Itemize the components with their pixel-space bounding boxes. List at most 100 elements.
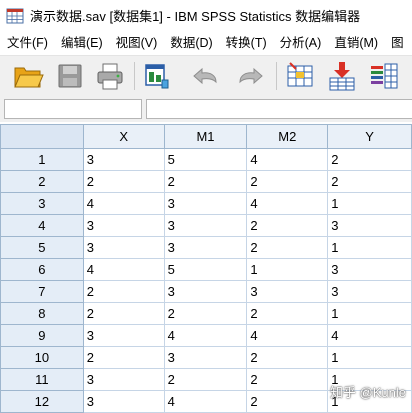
toolbar-separator bbox=[276, 62, 277, 90]
print-icon[interactable] bbox=[94, 60, 126, 92]
data-cell[interactable]: 3 bbox=[163, 192, 248, 215]
data-grid: X M1 M2 Y 1 3 5 4 2 2 2 2 2 2 3 4 3 4 1 … bbox=[0, 124, 412, 413]
row-header[interactable]: 7 bbox=[0, 280, 84, 303]
data-cell[interactable]: 2 bbox=[163, 368, 248, 391]
row-header[interactable]: 6 bbox=[0, 258, 84, 281]
spss-app-icon bbox=[6, 7, 24, 25]
data-cell[interactable]: 2 bbox=[82, 302, 165, 325]
save-icon[interactable] bbox=[54, 60, 86, 92]
menu-bar: 文件(F) 编辑(E) 视图(V) 数据(D) 转换(T) 分析(A) 直销(M… bbox=[0, 31, 412, 55]
data-cell[interactable]: 4 bbox=[327, 324, 412, 347]
data-cell[interactable]: 2 bbox=[327, 148, 412, 171]
data-cell[interactable]: 1 bbox=[327, 346, 412, 369]
title-bar: 演示数据.sav [数据集1] - IBM SPSS Statistics 数据… bbox=[0, 0, 412, 31]
data-cell[interactable]: 2 bbox=[327, 170, 412, 193]
variables-icon[interactable] bbox=[368, 60, 400, 92]
row-header[interactable]: 2 bbox=[0, 170, 84, 193]
dialog-recall-icon[interactable] bbox=[142, 60, 174, 92]
data-cell[interactable]: 4 bbox=[82, 192, 165, 215]
data-cell[interactable]: 4 bbox=[163, 390, 248, 413]
table-row: 6 4 5 1 3 bbox=[0, 258, 412, 281]
data-cell[interactable]: 3 bbox=[82, 368, 165, 391]
menu-direct-marketing[interactable]: 直销(M) bbox=[327, 31, 384, 55]
data-cell[interactable]: 2 bbox=[246, 390, 329, 413]
menu-edit[interactable]: 编辑(E) bbox=[54, 31, 109, 55]
go-to-case-icon[interactable] bbox=[284, 60, 316, 92]
data-cell[interactable]: 3 bbox=[163, 214, 248, 237]
data-cell[interactable]: 3 bbox=[163, 236, 248, 259]
data-cell[interactable]: 3 bbox=[82, 214, 165, 237]
cell-value-field[interactable] bbox=[146, 99, 412, 119]
data-cell[interactable]: 3 bbox=[82, 324, 165, 347]
data-cell[interactable]: 1 bbox=[327, 192, 412, 215]
table-row: 8 2 2 2 1 bbox=[0, 302, 412, 325]
table-row: 9 3 4 4 4 bbox=[0, 324, 412, 347]
row-header[interactable]: 12 bbox=[0, 390, 84, 413]
table-row: 3 4 3 4 1 bbox=[0, 192, 412, 215]
data-cell[interactable]: 4 bbox=[163, 324, 248, 347]
data-cell[interactable]: 3 bbox=[163, 346, 248, 369]
row-header[interactable]: 11 bbox=[0, 368, 84, 391]
data-cell[interactable]: 2 bbox=[82, 170, 165, 193]
data-cell[interactable]: 2 bbox=[246, 368, 329, 391]
column-header-m1[interactable]: M1 bbox=[163, 124, 248, 149]
corner-cell[interactable] bbox=[0, 124, 84, 149]
row-header[interactable]: 3 bbox=[0, 192, 84, 215]
data-table: X M1 M2 Y 1 3 5 4 2 2 2 2 2 2 3 4 3 4 1 … bbox=[0, 124, 412, 413]
row-header[interactable]: 9 bbox=[0, 324, 84, 347]
data-cell[interactable]: 4 bbox=[246, 324, 329, 347]
data-cell[interactable]: 3 bbox=[327, 258, 412, 281]
data-cell[interactable]: 3 bbox=[327, 280, 412, 303]
data-cell[interactable]: 2 bbox=[246, 214, 329, 237]
data-cell[interactable]: 5 bbox=[163, 148, 248, 171]
row-header[interactable]: 4 bbox=[0, 214, 84, 237]
data-cell[interactable]: 2 bbox=[246, 236, 329, 259]
data-cell[interactable]: 3 bbox=[82, 390, 165, 413]
data-cell[interactable]: 2 bbox=[246, 302, 329, 325]
row-header[interactable]: 5 bbox=[0, 236, 84, 259]
data-cell[interactable]: 3 bbox=[82, 236, 165, 259]
data-cell[interactable]: 5 bbox=[163, 258, 248, 281]
data-cell[interactable]: 4 bbox=[82, 258, 165, 281]
table-row: 1 3 5 4 2 bbox=[0, 148, 412, 171]
insert-cases-icon[interactable] bbox=[326, 60, 358, 92]
data-cell[interactable]: 1 bbox=[327, 302, 412, 325]
row-header[interactable]: 1 bbox=[0, 148, 84, 171]
data-cell[interactable]: 3 bbox=[82, 148, 165, 171]
row-header[interactable]: 10 bbox=[0, 346, 84, 369]
data-cell[interactable]: 2 bbox=[82, 280, 165, 303]
window-title: 演示数据.sav [数据集1] - IBM SPSS Statistics 数据… bbox=[30, 9, 361, 24]
table-row: 7 2 3 3 3 bbox=[0, 280, 412, 303]
data-cell[interactable]: 3 bbox=[327, 214, 412, 237]
menu-view[interactable]: 视图(V) bbox=[109, 31, 164, 55]
watermark: 知乎 @Kunle bbox=[329, 385, 406, 400]
menu-analyze[interactable]: 分析(A) bbox=[273, 31, 328, 55]
cell-reference-field[interactable] bbox=[4, 99, 142, 119]
column-header-m2[interactable]: M2 bbox=[246, 124, 329, 149]
menu-transform[interactable]: 转换(T) bbox=[219, 31, 273, 55]
menu-graphs[interactable]: 图 bbox=[384, 31, 410, 55]
cell-editor-bar bbox=[0, 96, 412, 122]
data-cell[interactable]: 1 bbox=[327, 236, 412, 259]
data-cell[interactable]: 2 bbox=[163, 170, 248, 193]
data-cell[interactable]: 3 bbox=[246, 280, 329, 303]
column-header-x[interactable]: X bbox=[82, 124, 165, 149]
row-header[interactable]: 8 bbox=[0, 302, 84, 325]
table-row: 4 3 3 2 3 bbox=[0, 214, 412, 237]
data-cell[interactable]: 2 bbox=[82, 346, 165, 369]
column-header-row: X M1 M2 Y bbox=[0, 124, 412, 149]
table-row: 5 3 3 2 1 bbox=[0, 236, 412, 259]
open-folder-icon[interactable] bbox=[12, 60, 44, 92]
menu-data[interactable]: 数据(D) bbox=[163, 31, 218, 55]
redo-icon[interactable] bbox=[234, 60, 266, 92]
data-cell[interactable]: 2 bbox=[246, 170, 329, 193]
data-cell[interactable]: 3 bbox=[163, 280, 248, 303]
menu-file[interactable]: 文件(F) bbox=[0, 31, 54, 55]
undo-icon[interactable] bbox=[190, 60, 222, 92]
data-cell[interactable]: 4 bbox=[246, 148, 329, 171]
data-cell[interactable]: 2 bbox=[246, 346, 329, 369]
column-header-y[interactable]: Y bbox=[327, 124, 412, 149]
data-cell[interactable]: 2 bbox=[163, 302, 248, 325]
data-cell[interactable]: 1 bbox=[246, 258, 329, 281]
data-cell[interactable]: 4 bbox=[246, 192, 329, 215]
